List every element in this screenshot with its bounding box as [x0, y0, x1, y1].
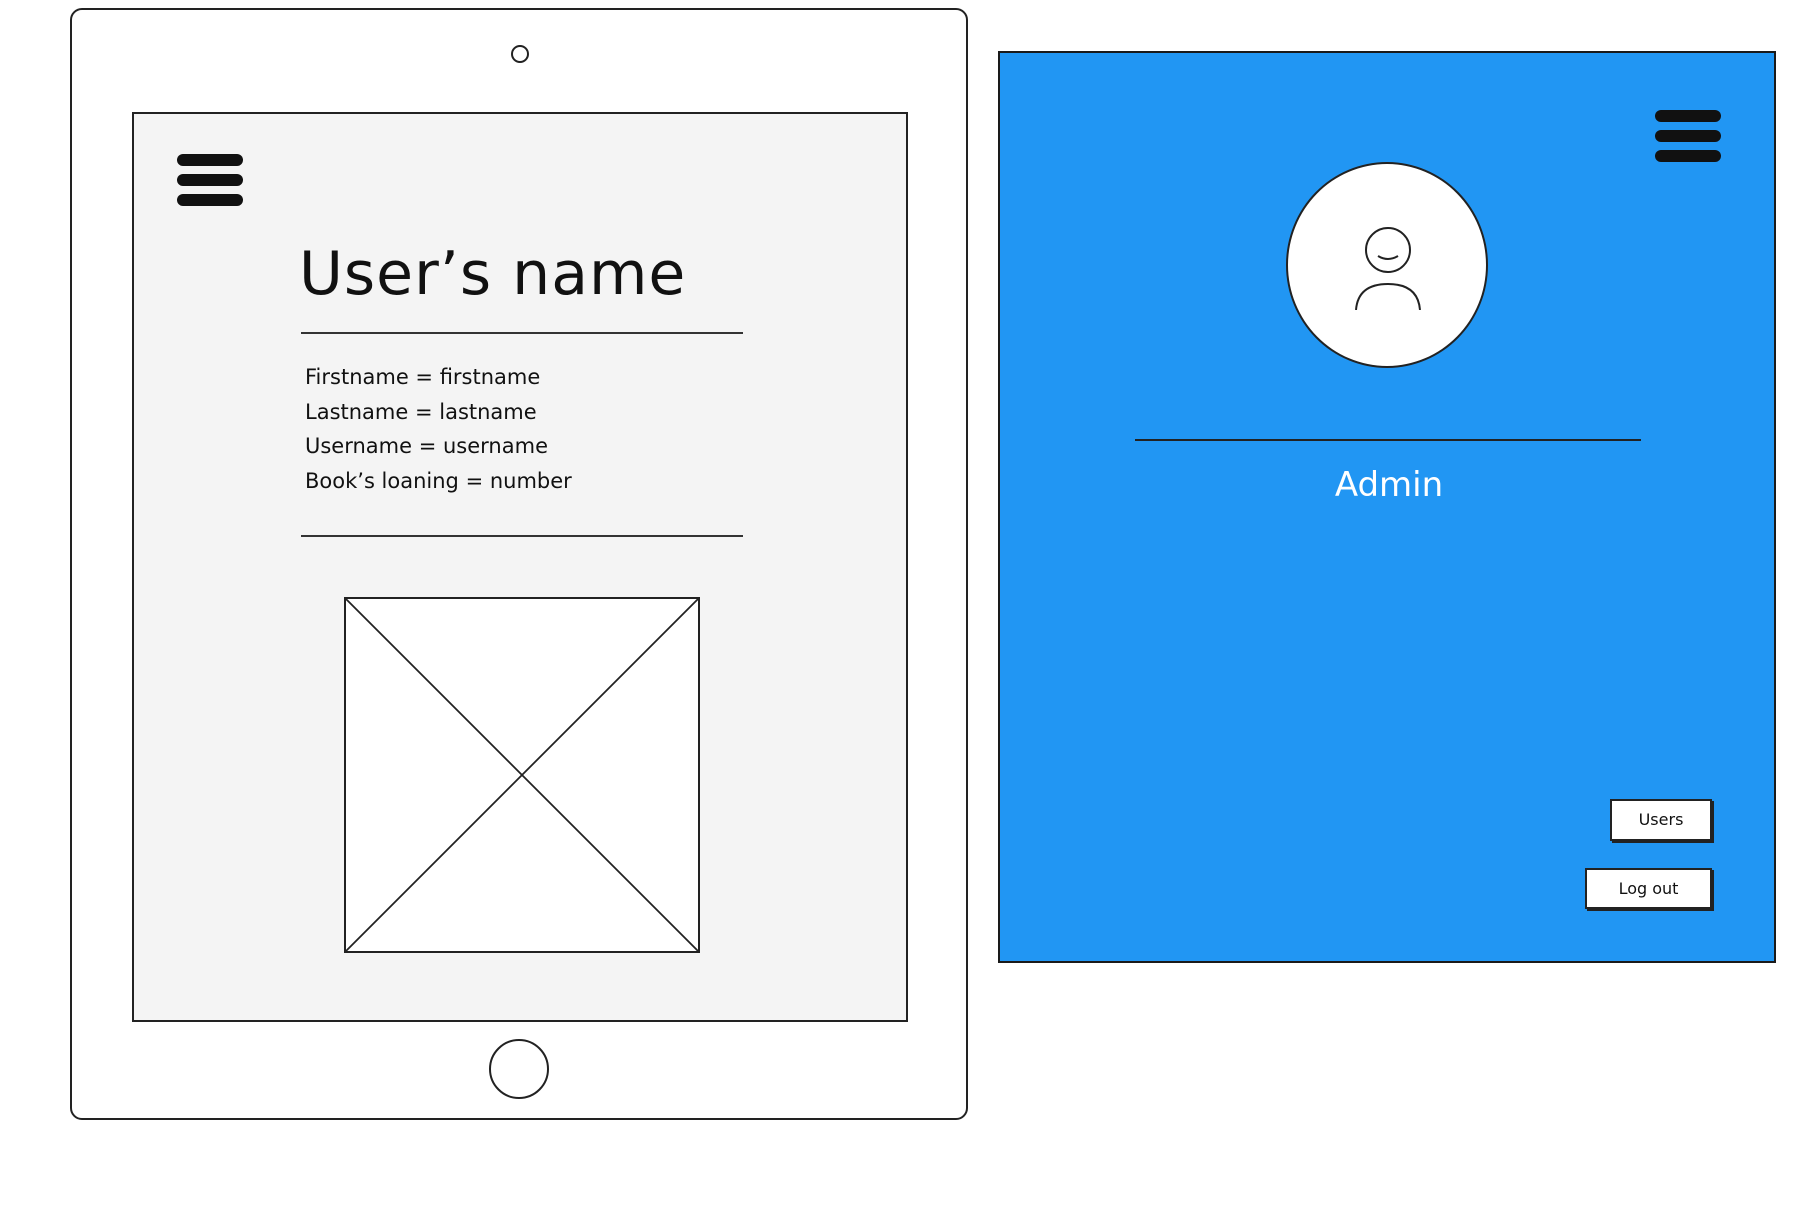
camera-icon [511, 45, 529, 63]
lastname-field: Lastname = lastname [305, 399, 537, 424]
page-title: User’s name [299, 239, 687, 309]
hamburger-menu-icon[interactable] [1655, 108, 1721, 164]
books-loaning-field: Book’s loaning = number [305, 468, 572, 493]
image-placeholder [344, 597, 700, 953]
image-placeholder-icon [346, 599, 698, 951]
divider [301, 332, 743, 334]
divider [301, 535, 743, 537]
tablet-screen: User’s name Firstname = firstname Lastna… [132, 112, 908, 1022]
tablet-frame: User’s name Firstname = firstname Lastna… [70, 8, 968, 1120]
firstname-field: Firstname = firstname [305, 365, 541, 389]
users-button[interactable]: Users [1610, 799, 1712, 841]
hamburger-menu-icon[interactable] [177, 152, 243, 208]
role-label: Admin [1334, 465, 1444, 505]
logout-button[interactable]: Log out [1585, 868, 1712, 909]
username-field: Username = username [305, 434, 548, 458]
user-info-list: Firstname = firstname Lastname = lastnam… [305, 360, 572, 498]
admin-side-panel: Admin Users Log out [998, 51, 1776, 963]
user-avatar-icon [1355, 227, 1421, 310]
avatar [1286, 162, 1488, 368]
home-button[interactable] [489, 1039, 549, 1099]
divider [1135, 439, 1641, 441]
